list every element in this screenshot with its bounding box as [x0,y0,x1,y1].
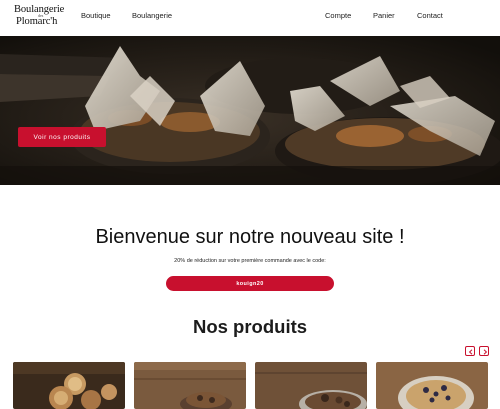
carousel-prev-button[interactable] [465,346,475,356]
nav-link-contact[interactable]: Contact [417,11,443,20]
nav-link-boutique[interactable]: Boutique [81,11,111,20]
site-header: Boulangerie des Plomarc'h Boutique Boula… [0,0,500,36]
hero-banner: Voir nos produits [0,36,500,185]
product-image-2 [134,362,246,409]
nav-link-compte[interactable]: Compte [325,11,351,20]
product-card-4[interactable] [376,362,488,409]
promo-code-button[interactable]: kouign20 [166,276,334,291]
see-products-button[interactable]: Voir nos produits [18,127,106,147]
hero-image [0,36,500,185]
chevron-right-icon [483,349,488,355]
product-image-1 [13,362,125,409]
nav-link-panier[interactable]: Panier [373,11,395,20]
carousel-next-button[interactable] [479,346,489,356]
welcome-title: Bienvenue sur notre nouveau site ! [95,226,405,248]
product-image-3 [255,362,367,409]
product-image-4 [376,362,488,409]
site-logo[interactable]: Boulangerie des Plomarc'h [14,4,72,31]
logo-line-3: Plomarc'h [16,16,58,27]
promo-text: 20% de réduction sur votre première comm… [174,258,326,264]
product-card-2[interactable] [134,362,246,409]
products-title: Nos produits [192,316,308,337]
product-card-1[interactable] [13,362,125,409]
chevron-left-icon [468,349,473,355]
nav-link-boulangerie[interactable]: Boulangerie [132,11,172,20]
product-card-3[interactable] [255,362,367,409]
